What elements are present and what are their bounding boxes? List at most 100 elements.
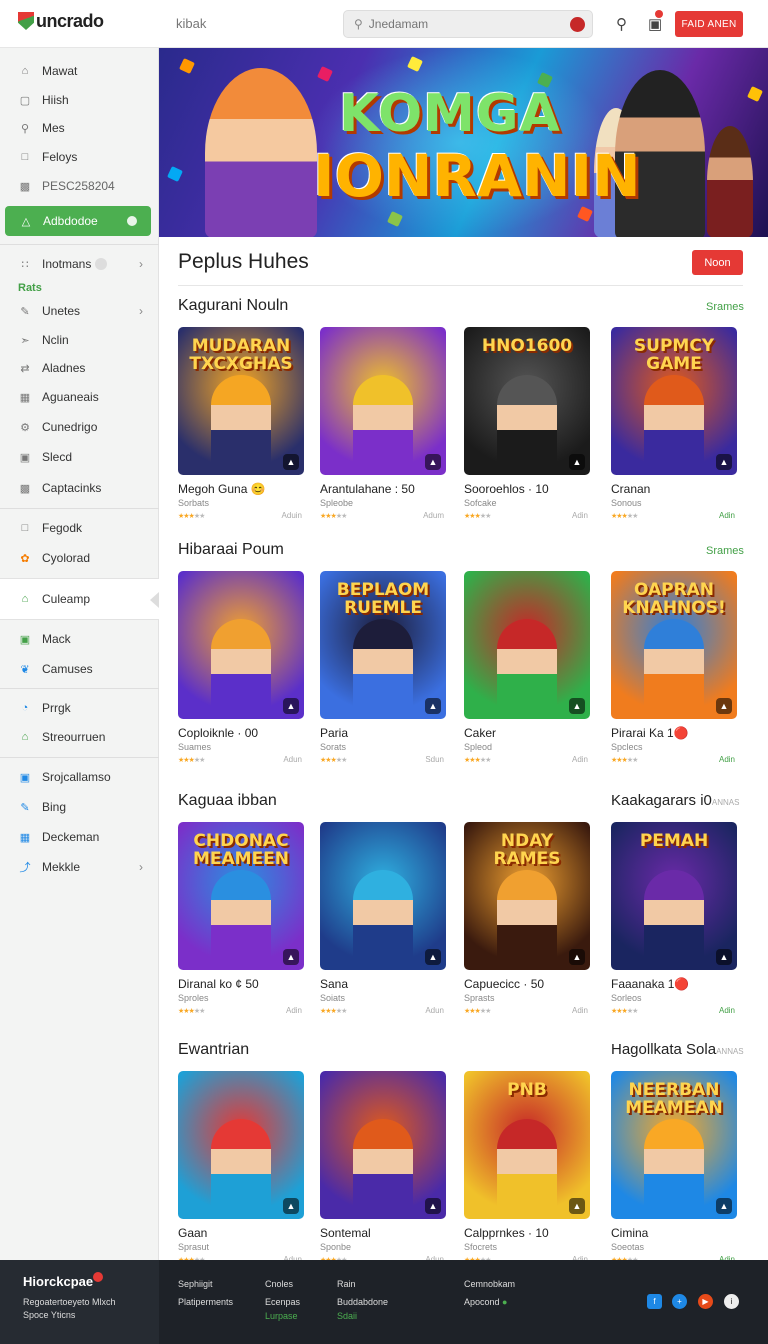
footer-link[interactable]: Ecenpas xyxy=(265,1297,300,1307)
game-card[interactable]: NDAY RAMES ▲ Capuecicc · 50 Sprasts ★★★★★ Adi… xyxy=(464,822,590,1018)
game-thumbnail[interactable]: NEERBAN MEAMEAN ▲ xyxy=(611,1071,737,1219)
game-thumbnail[interactable]: ▲ xyxy=(320,327,446,475)
platform-icon[interactable]: ▲ xyxy=(569,949,585,965)
game-title[interactable]: Sana xyxy=(320,977,348,991)
game-title[interactable]: Caker xyxy=(464,726,496,740)
game-card[interactable]: ▲ Coploiknle · 00 Suames ★★★★★ Adun xyxy=(178,571,304,767)
sidebar-item-mekkle[interactable]: ⤴ Mekkle › xyxy=(0,853,159,881)
game-thumbnail[interactable]: PNB ▲ xyxy=(464,1071,590,1219)
sidebar-item-deckeman[interactable]: ▦ Deckeman xyxy=(0,823,159,851)
game-thumbnail[interactable]: SUPMCY GAME ▲ xyxy=(611,327,737,475)
game-thumbnail[interactable]: OAPRAN KNAHNOS! ▲ xyxy=(611,571,737,719)
game-title[interactable]: Cranan xyxy=(611,482,650,496)
game-card[interactable]: PEMAH ▲ Faaanaka 1🔴 Sorleos ★★★★★ Adin xyxy=(611,822,737,1018)
game-title[interactable]: Capuecicc · 50 xyxy=(464,977,544,991)
game-title[interactable]: Cimina xyxy=(611,1226,648,1240)
platform-icon[interactable]: ▲ xyxy=(716,454,732,470)
game-card[interactable]: NEERBAN MEAMEAN▲CiminaSoeotas★★★★★Adin xyxy=(611,1071,737,1267)
sidebar-item-fegodk[interactable]: □ Fegodk xyxy=(0,514,159,542)
platform-icon[interactable]: ▲ xyxy=(425,454,441,470)
sidebar-item-prrgk[interactable]: ◔ Prrgk xyxy=(0,694,159,722)
sidebar-item-mes[interactable]: ⚲ Mes xyxy=(0,114,159,142)
youtube-icon[interactable]: ▶ xyxy=(698,1294,713,1309)
game-title[interactable]: Faaanaka 1🔴 xyxy=(611,977,689,991)
game-title[interactable]: Gaan xyxy=(178,1226,207,1240)
game-title[interactable]: Pirarai Ka 1🔴 xyxy=(611,726,689,740)
game-thumbnail[interactable]: BEPLAOM RUEMLE ▲ xyxy=(320,571,446,719)
sidebar-item-hiish[interactable]: ▢ Hiish xyxy=(0,86,159,114)
platform-icon[interactable]: ▲ xyxy=(716,1198,732,1214)
game-action-link[interactable]: Adin xyxy=(572,1006,588,1015)
sidebar-item-aladnes[interactable]: ⇄ Aladnes xyxy=(0,354,159,382)
footer-link[interactable]: Platiperments xyxy=(178,1297,233,1307)
sidebar-item-mawat[interactable]: ⌂ Mawat xyxy=(0,57,159,85)
game-action-link[interactable]: Adin xyxy=(286,1006,302,1015)
toggle-icon[interactable] xyxy=(95,258,107,270)
footer-link[interactable]: Lurpase xyxy=(265,1311,298,1321)
facebook-icon[interactable]: f xyxy=(647,1294,662,1309)
section-see-all-link[interactable]: Srames xyxy=(706,545,744,557)
game-title[interactable]: Megoh Guna 😊 xyxy=(178,482,266,496)
platform-icon[interactable]: ▲ xyxy=(283,1198,299,1214)
platform-icon[interactable]: ▲ xyxy=(425,1198,441,1214)
footer-link[interactable]: Apocond ● xyxy=(464,1297,507,1307)
game-thumbnail[interactable]: ▲ xyxy=(464,571,590,719)
section-side-title[interactable]: Kaakagarars i0ANNAS xyxy=(611,792,739,809)
sidebar-item-srojcallamso[interactable]: ▣ Srojcallamso xyxy=(0,763,159,791)
footer-link[interactable]: Rain xyxy=(337,1279,356,1289)
game-thumbnail[interactable]: MUDARAN TXCXGHAS ▲ xyxy=(178,327,304,475)
game-action-link[interactable]: Adum xyxy=(423,511,444,520)
search-bar[interactable]: ⚲ xyxy=(343,10,593,38)
game-action-link[interactable]: Adin xyxy=(572,755,588,764)
game-card[interactable]: PNB▲Calpprnkes · 10Sfocrets★★★★★Adin xyxy=(464,1071,590,1267)
sidebar-item-inotmans[interactable]: ∷ Inotmans › xyxy=(0,250,159,278)
sidebar-item-unetes[interactable]: ✎ Unetes › xyxy=(0,297,159,325)
sidebar-item-streourruen[interactable]: ⌂ Streourruen xyxy=(0,723,159,751)
game-card[interactable]: ▲ Sana Soiats ★★★★★ Adun xyxy=(320,822,446,1018)
game-thumbnail[interactable]: ▲ xyxy=(320,822,446,970)
platform-icon[interactable]: ▲ xyxy=(425,949,441,965)
game-action-link[interactable]: Adin xyxy=(719,1006,735,1015)
game-action-link[interactable]: Adin xyxy=(572,511,588,520)
game-thumbnail[interactable]: ▲ xyxy=(320,1071,446,1219)
sidebar-item-captacinks[interactable]: ▩ Captacinks xyxy=(0,474,159,502)
game-thumbnail[interactable]: ▲ xyxy=(178,571,304,719)
twitter-icon[interactable]: + xyxy=(672,1294,687,1309)
game-title[interactable]: Arantulahane : 50 xyxy=(320,482,415,496)
game-card[interactable]: ▲ Arantulahane : 50 Spleobe ★★★★★ Adum xyxy=(320,327,446,523)
game-title[interactable]: Coploiknle · 00 xyxy=(178,726,258,740)
game-card[interactable]: ▲ Caker Spleod ★★★★★ Adin xyxy=(464,571,590,767)
game-action-link[interactable]: Adin xyxy=(719,511,735,520)
platform-icon[interactable]: ▲ xyxy=(569,698,585,714)
footer-link[interactable]: Cnoles xyxy=(265,1279,293,1289)
sidebar-item-aguaneais[interactable]: ▦ Aguaneais xyxy=(0,383,159,411)
bag-icon[interactable]: ▣ xyxy=(648,10,663,33)
footer-link[interactable]: Sephiigit xyxy=(178,1279,213,1289)
game-thumbnail[interactable]: NDAY RAMES ▲ xyxy=(464,822,590,970)
game-action-link[interactable]: Sdun xyxy=(425,755,444,764)
platform-icon[interactable]: ▲ xyxy=(283,698,299,714)
game-thumbnail[interactable]: HNO1600 ▲ xyxy=(464,327,590,475)
game-card[interactable]: SUPMCY GAME ▲ Cranan Sonous ★★★★★ Adin xyxy=(611,327,737,523)
sidebar-item-active[interactable]: △ Adbdodoe xyxy=(5,206,151,236)
footer-link[interactable]: Buddabdone xyxy=(337,1297,388,1307)
game-card[interactable]: CHDONAC MEAMEEN ▲ Diranal ko ¢ 50 Sproles ★★… xyxy=(178,822,304,1018)
sidebar-item-slecd[interactable]: ▣ Slecd xyxy=(0,443,159,471)
section-side-title[interactable]: Hagollkata SolaANNAS xyxy=(611,1041,744,1058)
sidebar-item-cunedrigo[interactable]: ⚙ Cunedrigo xyxy=(0,413,159,441)
sidebar-item-bing[interactable]: ✎ Bing xyxy=(0,793,159,821)
platform-icon[interactable]: ▲ xyxy=(425,698,441,714)
info-icon[interactable]: i xyxy=(724,1294,739,1309)
sidebar-item-culeamp[interactable]: ⌂ Culeamp xyxy=(0,578,159,620)
search-action-badge[interactable] xyxy=(570,17,585,32)
game-card[interactable]: HNO1600 ▲ Sooroehlos · 10 Sofcake ★★★★★ Adin xyxy=(464,327,590,523)
game-title[interactable]: Diranal ko ¢ 50 xyxy=(178,977,259,991)
game-title[interactable]: Calpprnkes · 10 xyxy=(464,1226,549,1240)
sidebar-item-pesc[interactable]: ▩ PESC258204 xyxy=(0,172,159,200)
game-card[interactable]: ▲SontemalSponbe★★★★★Adun xyxy=(320,1071,446,1267)
game-action-link[interactable]: Adin xyxy=(719,755,735,764)
game-title[interactable]: Sontemal xyxy=(320,1226,371,1240)
game-thumbnail[interactable]: PEMAH ▲ xyxy=(611,822,737,970)
game-action-link[interactable]: Adun xyxy=(425,1006,444,1015)
game-thumbnail[interactable]: ▲ xyxy=(178,1071,304,1219)
